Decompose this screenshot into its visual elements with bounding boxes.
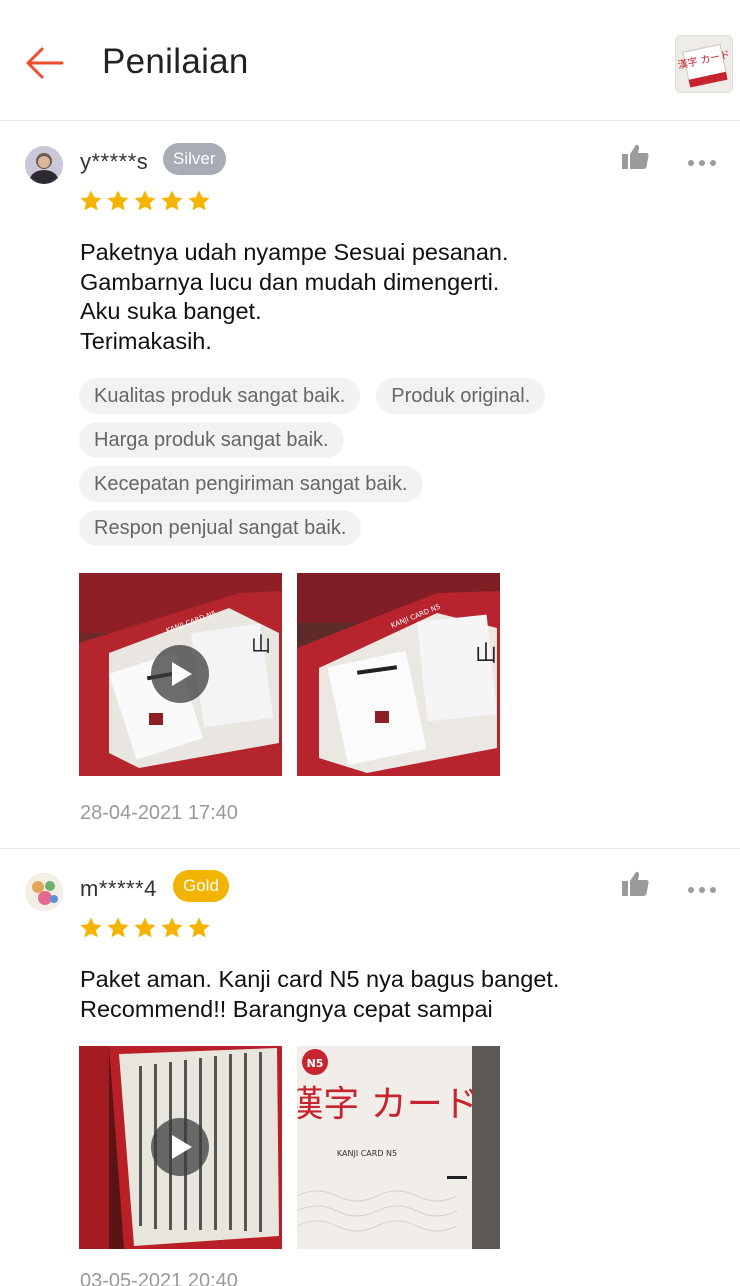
star-icon bbox=[134, 190, 156, 211]
page-title: Penilaian bbox=[102, 42, 249, 81]
star-icon bbox=[188, 190, 210, 211]
star-icon bbox=[188, 917, 210, 938]
kanji-glyph: 山 bbox=[475, 642, 497, 667]
review-text: Paket aman. Kanji card N5 nya bagus bang… bbox=[80, 966, 560, 1022]
thumbs-up-icon[interactable] bbox=[620, 143, 652, 173]
star-icon bbox=[107, 917, 129, 938]
thumbs-up-icon[interactable] bbox=[620, 870, 652, 900]
review-timestamp: 03-05-2021 20:40 bbox=[80, 1270, 238, 1286]
star-icon bbox=[161, 190, 183, 211]
more-options-icon[interactable] bbox=[688, 880, 722, 900]
reviewer-username: y*****s bbox=[80, 149, 149, 174]
member-badge: Gold bbox=[173, 870, 229, 902]
review-video-thumbnail[interactable]: KANJI CARD N5 山 bbox=[79, 573, 282, 776]
review-photo-thumbnail[interactable]: N5 漢字 カード KANJI CARD N5 bbox=[297, 1046, 500, 1249]
back-arrow-icon[interactable] bbox=[22, 40, 68, 86]
play-icon[interactable] bbox=[151, 1118, 209, 1176]
review-media: KANJI CARD N5 山 KANJI CARD N5 山 bbox=[79, 573, 500, 776]
star-icon bbox=[134, 917, 156, 938]
play-icon[interactable] bbox=[151, 645, 209, 703]
tag-chip[interactable]: Kualitas produk sangat baik. bbox=[79, 378, 361, 414]
rating-stars bbox=[79, 189, 211, 213]
top-bar: Penilaian 漢字 カード bbox=[0, 0, 740, 121]
tag-chip[interactable]: Harga produk sangat baik. bbox=[79, 422, 344, 458]
avatar[interactable] bbox=[25, 146, 63, 184]
reviewer-username: m*****4 bbox=[80, 876, 157, 901]
avatar[interactable] bbox=[25, 873, 63, 911]
review-card: m*****4 Gold Paket aman. Kanji card N5 n… bbox=[0, 849, 740, 1286]
star-icon bbox=[161, 917, 183, 938]
star-icon bbox=[107, 190, 129, 211]
rating-stars bbox=[79, 916, 211, 940]
star-icon bbox=[80, 190, 102, 211]
level-badge: N5 bbox=[307, 1057, 324, 1070]
review-media: N5 漢字 カード KANJI CARD N5 bbox=[79, 1046, 500, 1249]
tag-chip[interactable]: Respon penjual sangat baik. bbox=[79, 510, 362, 546]
tag-chip[interactable]: Kecepatan pengiriman sangat baik. bbox=[79, 466, 423, 502]
box-title-kanji: 漢字 カード bbox=[297, 1084, 479, 1125]
kanji-glyph: 山 bbox=[251, 632, 271, 656]
tag-chip[interactable]: Produk original. bbox=[376, 378, 546, 414]
review-tags: Kualitas produk sangat baik. Produk orig… bbox=[79, 378, 699, 554]
product-thumbnail[interactable]: 漢字 カード bbox=[675, 35, 733, 93]
box-title-label: KANJI CARD N5 bbox=[337, 1149, 397, 1158]
review-timestamp: 28-04-2021 17:40 bbox=[80, 802, 238, 824]
review-text: Paketnya udah nyampe Sesuai pesanan. Gam… bbox=[80, 239, 509, 354]
review-photo-thumbnail[interactable]: KANJI CARD N5 山 bbox=[297, 573, 500, 776]
review-video-thumbnail[interactable] bbox=[79, 1046, 282, 1249]
star-icon bbox=[80, 917, 102, 938]
review-card: y*****s Silver Paketnya udah nyampe Sesu… bbox=[0, 122, 740, 848]
more-options-icon[interactable] bbox=[688, 153, 722, 173]
member-badge: Silver bbox=[163, 143, 226, 175]
